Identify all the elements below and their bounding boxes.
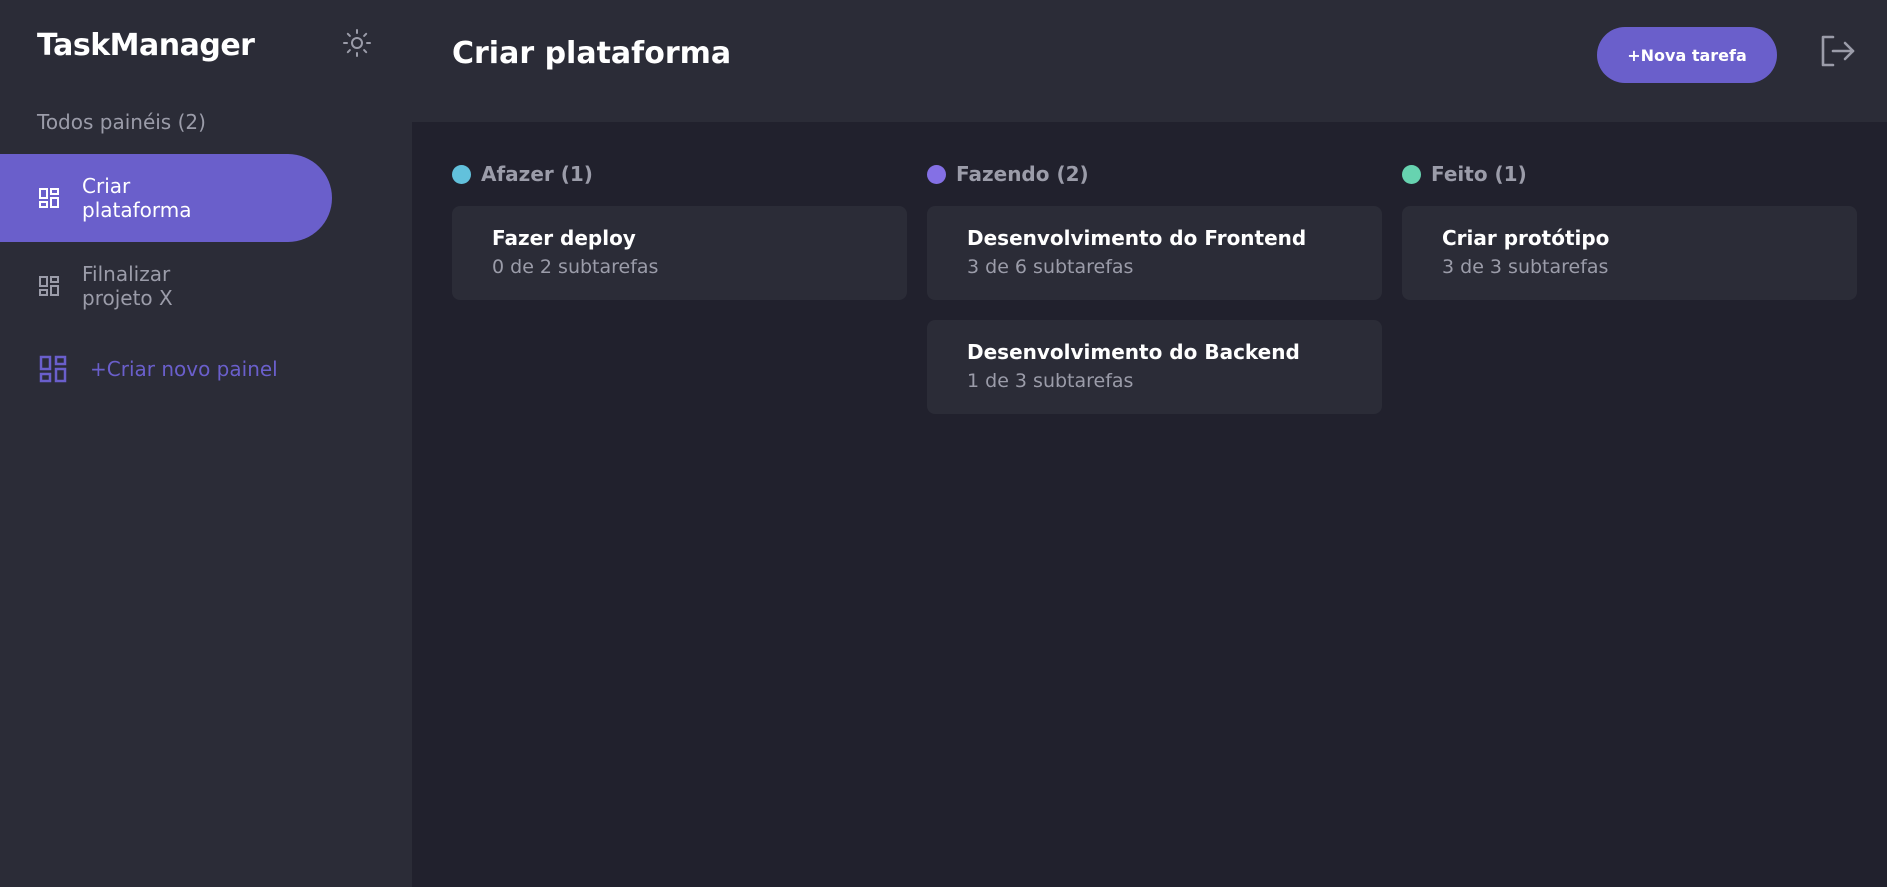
task-subtasks: 3 de 3 subtarefas bbox=[1442, 256, 1609, 278]
sidebar-item-finalizar-projeto[interactable]: Filnalizar projeto X bbox=[0, 242, 332, 330]
logout-icon[interactable] bbox=[1817, 30, 1859, 72]
task-card[interactable]: Fazer deploy 0 de 2 subtarefas bbox=[452, 206, 907, 300]
boards-heading: Todos painéis (2) bbox=[37, 110, 206, 134]
board-list: Criar plataforma Filnalizar projeto X +C… bbox=[0, 154, 332, 408]
app: TaskManager Todos painéis (2) Criar plat… bbox=[0, 0, 1887, 887]
column-header: Afazer (1) bbox=[452, 158, 907, 190]
column-title: Fazendo (2) bbox=[956, 162, 1089, 186]
column-afazer: Afazer (1) Fazer deploy 0 de 2 subtarefa… bbox=[452, 158, 907, 434]
new-task-button[interactable]: +Nova tarefa bbox=[1597, 27, 1777, 83]
sidebar-item-label: Criar plataforma bbox=[82, 174, 192, 222]
page-title: Criar plataforma bbox=[452, 36, 732, 71]
main-area: Criar plataforma +Nova tarefa Afazer (1)… bbox=[412, 0, 1887, 887]
column-title: Afazer (1) bbox=[481, 162, 593, 186]
board-icon bbox=[38, 187, 60, 209]
status-dot bbox=[927, 164, 946, 184]
column-header: Feito (1) bbox=[1402, 158, 1857, 190]
column-header: Fazendo (2) bbox=[927, 158, 1382, 190]
task-subtasks: 1 de 3 subtarefas bbox=[967, 370, 1134, 392]
task-subtasks: 3 de 6 subtarefas bbox=[967, 256, 1134, 278]
task-subtasks: 0 de 2 subtarefas bbox=[492, 256, 659, 278]
status-dot bbox=[452, 164, 471, 184]
task-card[interactable]: Desenvolvimento do Frontend 3 de 6 subta… bbox=[927, 206, 1382, 300]
column-fazendo: Fazendo (2) Desenvolvimento do Frontend … bbox=[927, 158, 1382, 434]
column-title: Feito (1) bbox=[1431, 162, 1527, 186]
task-title: Desenvolvimento do Frontend bbox=[967, 226, 1307, 250]
column-feito: Feito (1) Criar protótipo 3 de 3 subtare… bbox=[1402, 158, 1857, 434]
sidebar-item-label: Filnalizar projeto X bbox=[82, 262, 173, 310]
topbar: Criar plataforma +Nova tarefa bbox=[412, 0, 1887, 122]
create-board-button[interactable]: +Criar novo painel bbox=[0, 330, 332, 408]
create-board-label: +Criar novo painel bbox=[90, 357, 278, 381]
task-title: Criar protótipo bbox=[1442, 226, 1610, 250]
kanban-board: Afazer (1) Fazer deploy 0 de 2 subtarefa… bbox=[452, 158, 1857, 434]
app-logo: TaskManager bbox=[37, 28, 255, 63]
task-title: Desenvolvimento do Backend bbox=[967, 340, 1300, 364]
sun-icon[interactable] bbox=[340, 26, 374, 60]
sidebar-item-criar-plataforma[interactable]: Criar plataforma bbox=[0, 154, 332, 242]
board-icon bbox=[38, 275, 60, 297]
board-add-icon bbox=[38, 354, 68, 384]
sidebar: TaskManager Todos painéis (2) Criar plat… bbox=[0, 0, 412, 887]
status-dot bbox=[1402, 164, 1421, 184]
task-card[interactable]: Criar protótipo 3 de 3 subtarefas bbox=[1402, 206, 1857, 300]
task-title: Fazer deploy bbox=[492, 226, 636, 250]
task-card[interactable]: Desenvolvimento do Backend 1 de 3 subtar… bbox=[927, 320, 1382, 414]
